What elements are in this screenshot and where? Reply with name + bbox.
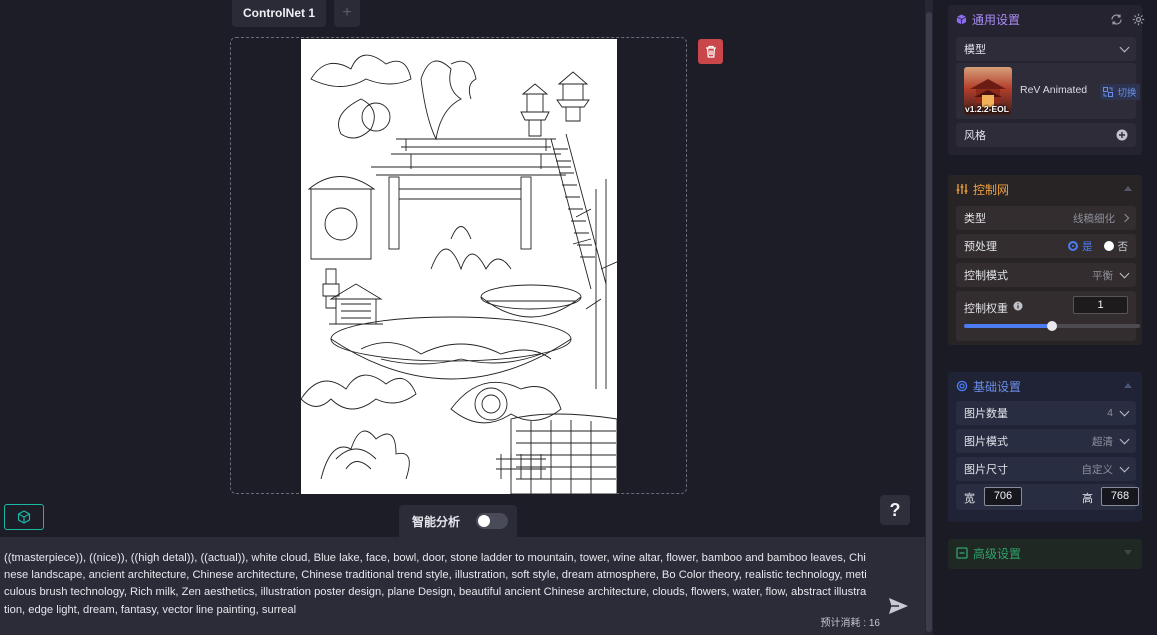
- image-mode-value: 超清: [1092, 435, 1113, 448]
- estimated-cost: 预计消耗 : 16: [820, 618, 880, 629]
- width-input[interactable]: 706: [984, 487, 1022, 506]
- style-row[interactable]: 风格: [956, 123, 1136, 147]
- swap-icon: [1103, 87, 1114, 97]
- sliders-icon: [956, 184, 968, 194]
- slider-handle[interactable]: [1047, 321, 1057, 331]
- chevron-down-icon: [1119, 406, 1130, 416]
- smart-analysis-label: 智能分析: [412, 514, 461, 529]
- image-size-row[interactable]: 图片尺寸 自定义: [956, 457, 1136, 481]
- preprocess-label: 预处理: [964, 241, 997, 253]
- tab-bar: ControlNet 1 +: [232, 0, 360, 27]
- delete-image-button[interactable]: [698, 39, 723, 64]
- cube-icon: [956, 13, 967, 25]
- prompt-area[interactable]: ((tmasterpiece)), ((nice)), ((high detal…: [0, 537, 925, 635]
- width-label: 宽: [964, 493, 975, 505]
- plus-circle-icon[interactable]: [1116, 129, 1128, 141]
- advanced-settings-title: 高级设置: [973, 546, 1022, 561]
- control-weight-input[interactable]: 1: [1073, 296, 1128, 314]
- gear-icon: [1132, 13, 1144, 25]
- settings-button[interactable]: [1130, 11, 1146, 27]
- image-size-label: 图片尺寸: [964, 464, 1008, 476]
- preprocess-yes-label[interactable]: 是: [1082, 241, 1093, 253]
- switch-model-label: 切换: [1117, 88, 1137, 99]
- dimensions-row: 宽 706 高 768: [956, 484, 1139, 510]
- model-row[interactable]: 模型: [956, 37, 1136, 61]
- chevron-down-icon: [1119, 42, 1130, 52]
- control-mode-label: 控制模式: [964, 270, 1008, 282]
- collapse-icon[interactable]: [1124, 186, 1132, 191]
- help-button[interactable]: ?: [880, 495, 910, 525]
- advanced-settings-header[interactable]: 高级设置: [948, 539, 1142, 567]
- smart-analysis-control: 智能分析: [399, 505, 517, 537]
- settings-panel: 通用设置 模型 v1.2.2-EOL ReV Animated 切换 风格 控制…: [933, 0, 1157, 635]
- general-settings-title: 通用设置: [972, 12, 1021, 27]
- type-label: 类型: [964, 213, 986, 225]
- chevron-down-icon: [1119, 462, 1130, 472]
- scrollbar-thumb[interactable]: [926, 12, 932, 632]
- advanced-settings-card: 高级设置: [948, 539, 1142, 569]
- preprocess-no-radio[interactable]: [1103, 241, 1114, 251]
- image-count-row[interactable]: 图片数量 4: [956, 401, 1136, 425]
- panel-icon: [956, 547, 968, 559]
- preprocess-row: 预处理 是 否: [956, 234, 1136, 258]
- control-mode-row[interactable]: 控制模式 平衡: [956, 263, 1136, 287]
- basic-settings-header[interactable]: 基础设置: [948, 372, 1142, 400]
- image-mode-row[interactable]: 图片模式 超清: [956, 429, 1136, 453]
- style-label: 风格: [964, 130, 986, 142]
- image-count-value: 4: [1107, 407, 1113, 419]
- send-button[interactable]: [888, 597, 909, 618]
- control-mode-value: 平衡: [1092, 269, 1113, 282]
- refresh-button[interactable]: [1108, 11, 1124, 27]
- refresh-icon: [1110, 13, 1122, 25]
- tab-controlnet-1[interactable]: ControlNet 1: [232, 0, 326, 27]
- add-tab-button[interactable]: +: [334, 0, 360, 27]
- height-input[interactable]: 768: [1101, 487, 1139, 506]
- expand-icon[interactable]: [1124, 550, 1132, 555]
- model-thumbnail: v1.2.2-EOL: [964, 67, 1012, 115]
- image-mode-label: 图片模式: [964, 436, 1008, 448]
- info-icon[interactable]: [1013, 301, 1023, 311]
- model-version: v1.2.2-EOL: [965, 104, 1009, 114]
- preprocess-no-label[interactable]: 否: [1118, 241, 1129, 253]
- switch-model-button[interactable]: 切换: [1100, 84, 1140, 100]
- type-row[interactable]: 类型 线稿细化: [956, 206, 1136, 230]
- send-icon: [889, 598, 908, 614]
- model-name: ReV Animated: [1020, 84, 1088, 96]
- main-scrollbar[interactable]: [925, 0, 933, 635]
- basic-settings-card: 基础设置 图片数量 4 图片模式 超清 图片尺寸 自定义 宽 706 高 768: [948, 372, 1142, 522]
- image-count-label: 图片数量: [964, 408, 1008, 420]
- model-card: v1.2.2-EOL ReV Animated 切换: [956, 63, 1140, 119]
- chevron-down-icon: [1119, 268, 1130, 278]
- control-weight-box: 控制权重 1: [956, 291, 1140, 341]
- chevron-right-icon: [1120, 213, 1130, 223]
- cube-icon: [17, 510, 31, 524]
- height-label: 高: [1082, 493, 1093, 505]
- basic-settings-title: 基础设置: [973, 379, 1022, 394]
- line-art-image: [301, 39, 617, 494]
- type-value: 线稿细化: [1073, 212, 1115, 225]
- image-drop-zone[interactable]: [230, 37, 687, 494]
- smart-analysis-toggle[interactable]: [476, 513, 509, 529]
- slider-fill: [964, 324, 1052, 328]
- prompt-text[interactable]: ((tmasterpiece)), ((nice)), ((high detal…: [4, 550, 868, 619]
- control-weight-slider[interactable]: [964, 321, 1140, 331]
- control-weight-label: 控制权重: [964, 303, 1008, 315]
- preprocess-yes-radio[interactable]: [1067, 241, 1078, 251]
- preprocess-options: 是 否: [1067, 239, 1129, 254]
- model-label: 模型: [964, 44, 986, 56]
- gear-icon: [956, 380, 968, 392]
- controlnet-title: 控制网: [973, 182, 1010, 197]
- image-size-value: 自定义: [1081, 463, 1114, 476]
- chevron-down-icon: [1119, 434, 1130, 444]
- controlnet-card: 控制网 类型 线稿细化 预处理 是 否 控制模式 平衡 控制权重 1: [948, 175, 1142, 345]
- controlnet-header[interactable]: 控制网: [948, 175, 1142, 203]
- model-3d-button[interactable]: [4, 504, 44, 530]
- main-area: ControlNet 1 + 智能分析 ? ((tmasterpiece)), …: [0, 0, 925, 635]
- collapse-icon[interactable]: [1124, 383, 1132, 388]
- general-settings-card: 通用设置 模型 v1.2.2-EOL ReV Animated 切换 风格: [948, 5, 1144, 155]
- trash-icon: [705, 45, 716, 58]
